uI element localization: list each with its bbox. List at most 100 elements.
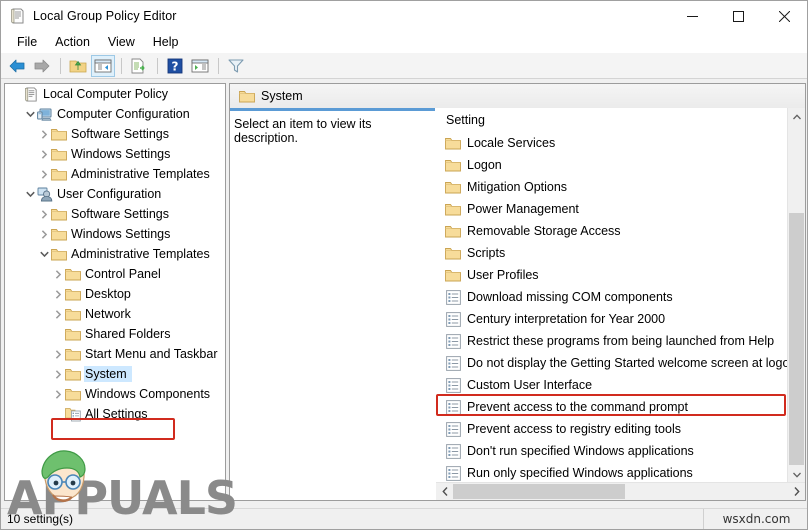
tree-node-label: User Configuration: [57, 187, 162, 201]
setting-row[interactable]: Locale Services: [436, 132, 805, 154]
setting-row[interactable]: Run only specified Windows applications: [436, 462, 805, 484]
title-bar: Local Group Policy Editor: [1, 1, 807, 31]
window-controls: [669, 1, 807, 31]
tree-node-windows-settings[interactable]: Windows Settings: [5, 144, 225, 164]
chevron-down-icon[interactable]: [23, 184, 37, 204]
local-group-policy-editor-window: Local Group Policy Editor File Action Vi…: [0, 0, 808, 530]
tree-node-all-settings[interactable]: All Settings: [5, 404, 225, 424]
vertical-scroll-thumb[interactable]: [789, 213, 804, 465]
setting-row[interactable]: Mitigation Options: [436, 176, 805, 198]
setting-label: Locale Services: [467, 136, 556, 150]
chevron-down-icon[interactable]: [37, 244, 51, 264]
chevron-right-icon[interactable]: [51, 344, 65, 364]
chevron-right-icon[interactable]: [37, 124, 51, 144]
tree-node-computer-configuration[interactable]: Computer Configuration: [5, 104, 225, 124]
chevron-right-icon[interactable]: [37, 164, 51, 184]
tree-node-system[interactable]: System: [5, 364, 225, 384]
tree-node-local-computer-policy[interactable]: Local Computer Policy: [5, 84, 225, 104]
help-icon[interactable]: ?: [163, 55, 187, 77]
tree-node-shared-folders[interactable]: Shared Folders: [5, 324, 225, 344]
setting-row[interactable]: Prevent access to registry editing tools: [436, 418, 805, 440]
chevron-right-icon[interactable]: [51, 304, 65, 324]
settings-vertical-scrollbar[interactable]: [787, 108, 805, 483]
setting-row[interactable]: Removable Storage Access: [436, 220, 805, 242]
tree-node-software-settings[interactable]: Software Settings: [5, 204, 225, 224]
chevron-none: [9, 84, 23, 104]
scroll-left-icon[interactable]: [436, 483, 453, 500]
chevron-down-icon[interactable]: [23, 104, 37, 124]
chevron-right-icon[interactable]: [37, 224, 51, 244]
setting-row[interactable]: Download missing COM components: [436, 286, 805, 308]
filter-icon[interactable]: [224, 55, 248, 77]
settings-pane-body: Select an item to view its description. …: [230, 108, 805, 500]
scroll-right-icon[interactable]: [788, 483, 805, 500]
tree-node-windows-components[interactable]: Windows Components: [5, 384, 225, 404]
close-button[interactable]: [761, 1, 807, 31]
policy-document-icon: [10, 8, 26, 24]
tree-node-start-menu-and-taskbar[interactable]: Start Menu and Taskbar: [5, 344, 225, 364]
toolbar-separator: [157, 57, 158, 74]
export-list-icon[interactable]: [127, 55, 151, 77]
setting-row[interactable]: Power Management: [436, 198, 805, 220]
chevron-right-icon[interactable]: [51, 264, 65, 284]
setting-row[interactable]: Do not display the Getting Started welco…: [436, 352, 805, 374]
folder-icon: [51, 226, 67, 242]
maximize-button[interactable]: [715, 1, 761, 31]
horizontal-scroll-thumb[interactable]: [453, 484, 625, 499]
menu-view[interactable]: View: [99, 33, 144, 51]
setting-row[interactable]: Restrict these programs from being launc…: [436, 330, 805, 352]
settings-horizontal-scrollbar[interactable]: [436, 482, 805, 500]
tree-node-label: Local Computer Policy: [43, 87, 169, 101]
chevron-right-icon[interactable]: [51, 284, 65, 304]
setting-row[interactable]: Century interpretation for Year 2000: [436, 308, 805, 330]
up-folder-icon[interactable]: [66, 55, 90, 77]
toolbar: ?: [1, 53, 807, 79]
setting-row[interactable]: Scripts: [436, 242, 805, 264]
tree-node-desktop[interactable]: Desktop: [5, 284, 225, 304]
column-header-setting[interactable]: Setting: [436, 108, 805, 132]
back-icon[interactable]: [5, 55, 29, 77]
folder-icon: [65, 286, 81, 302]
menu-bar: File Action View Help: [1, 31, 807, 53]
menu-action[interactable]: Action: [46, 33, 99, 51]
forward-icon[interactable]: [30, 55, 54, 77]
tree-node-administrative-templates[interactable]: Administrative Templates: [5, 244, 225, 264]
tree-node-windows-settings[interactable]: Windows Settings: [5, 224, 225, 244]
folder-icon: [65, 366, 81, 382]
toolbar-separator: [60, 57, 61, 74]
setting-label: Run only specified Windows applications: [467, 466, 693, 480]
toolbar-separator: [121, 57, 122, 74]
setting-row[interactable]: User Profiles: [436, 264, 805, 286]
settings-pane-title: System: [261, 89, 303, 103]
folder-icon: [65, 386, 81, 402]
minimize-button[interactable]: [669, 1, 715, 31]
horizontal-scroll-track[interactable]: [453, 483, 788, 500]
tree-node-software-settings[interactable]: Software Settings: [5, 124, 225, 144]
console-tree: Local Computer Policy Computer Configurat…: [5, 84, 225, 424]
chevron-right-icon[interactable]: [51, 384, 65, 404]
show-hide-console-tree-icon[interactable]: [91, 54, 115, 77]
folder-icon: [445, 179, 461, 195]
console-tree-pane[interactable]: Local Computer Policy Computer Configurat…: [4, 83, 226, 501]
content-area: Local Computer Policy Computer Configurat…: [1, 79, 807, 509]
show-hide-action-pane-icon[interactable]: [188, 55, 212, 77]
tree-node-administrative-templates[interactable]: Administrative Templates: [5, 164, 225, 184]
tree-node-network[interactable]: Network: [5, 304, 225, 324]
chevron-right-icon[interactable]: [37, 204, 51, 224]
tree-node-label: Control Panel: [85, 267, 161, 281]
setting-label: Do not display the Getting Started welco…: [467, 356, 797, 370]
setting-label: Prevent access to the command prompt: [467, 400, 688, 414]
chevron-right-icon[interactable]: [37, 144, 51, 164]
setting-row[interactable]: Prevent access to the command prompt: [436, 396, 805, 418]
scroll-up-icon[interactable]: [788, 108, 805, 125]
setting-row[interactable]: Don't run specified Windows applications: [436, 440, 805, 462]
scroll-down-icon[interactable]: [788, 466, 805, 483]
menu-help[interactable]: Help: [144, 33, 188, 51]
menu-file[interactable]: File: [8, 33, 46, 51]
setting-row[interactable]: Custom User Interface: [436, 374, 805, 396]
settings-list: Locale Services Logon Mitigation Options Po…: [436, 132, 805, 500]
tree-node-control-panel[interactable]: Control Panel: [5, 264, 225, 284]
tree-node-user-configuration[interactable]: User Configuration: [5, 184, 225, 204]
chevron-right-icon[interactable]: [51, 364, 65, 384]
setting-row[interactable]: Logon: [436, 154, 805, 176]
